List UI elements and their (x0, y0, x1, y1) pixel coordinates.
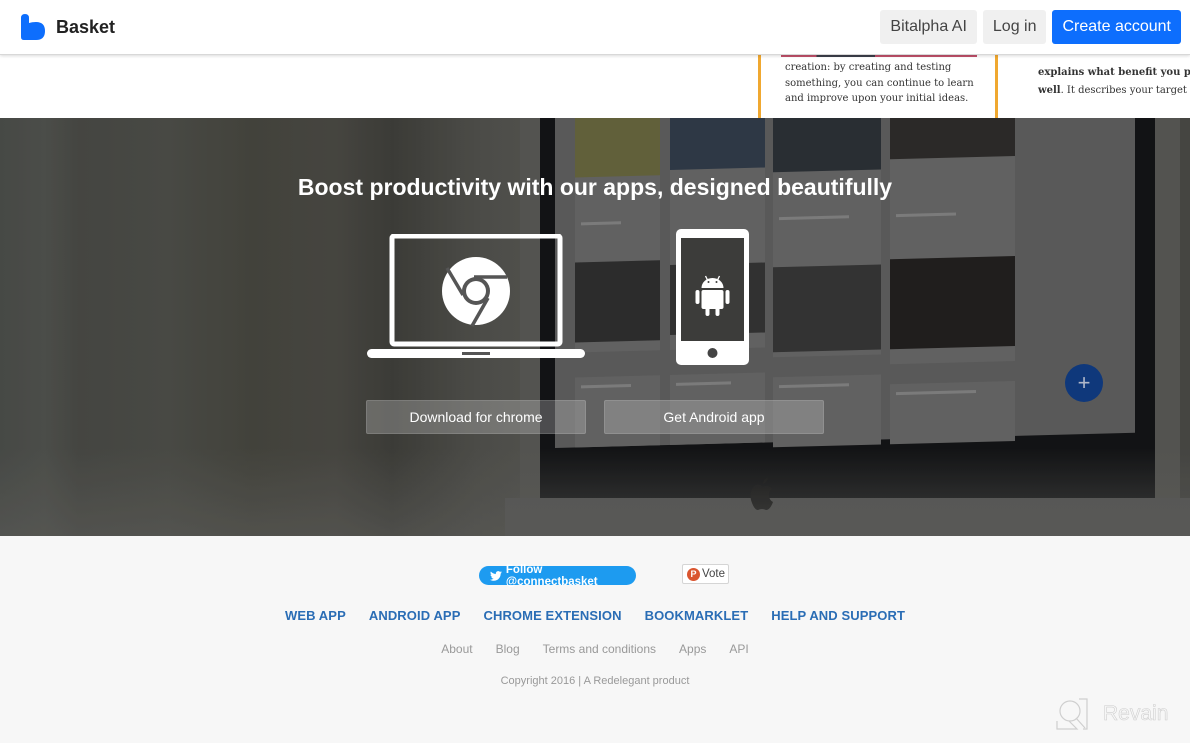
phone-android-icon (676, 229, 749, 365)
producthunt-icon: P (687, 567, 700, 581)
brand-name: Basket (56, 16, 116, 37)
producthunt-vote-button[interactable]: P Vote (682, 564, 729, 584)
page: creation: by creating and testing someth… (0, 0, 1190, 743)
footer-nav-chrome-extension[interactable]: CHROME EXTENSION (483, 608, 621, 623)
footer-link-terms[interactable]: Terms and conditions (543, 642, 656, 656)
doc-right-bold-2: well (1038, 85, 1061, 96)
brand-logo[interactable]: Basket (19, 13, 115, 41)
footer-nav-help-and-support[interactable]: HELP AND SUPPORT (771, 608, 905, 623)
hero-title: Boost productivity with our apps, design… (297, 174, 893, 200)
doc-right-bold-1: explains what benefit you provi (1038, 67, 1190, 78)
copyright-text: Copyright 2016 | A Redelegant product (500, 675, 690, 687)
revain-watermark: Revain (1055, 697, 1169, 731)
vote-label: Vote (702, 568, 726, 580)
revain-logo-icon (1056, 698, 1088, 730)
twitter-follow-button[interactable]: Follow @connectbasket (479, 563, 636, 588)
doc-card-text: creation: by creating and testing someth… (785, 62, 974, 104)
footer: Follow @connectbasket P Vote WEB APP AND… (0, 536, 1190, 743)
get-android-app-button[interactable]: Get Android app (604, 400, 824, 434)
top-navbar: Basket Bitalpha AI Log in Create account (0, 0, 1190, 55)
footer-link-api[interactable]: API (729, 642, 748, 656)
twitter-follow-label: Follow @connectbasket (505, 563, 598, 588)
footer-primary-nav: WEB APP ANDROID APP CHROME EXTENSION BOO… (0, 608, 1190, 623)
login-button[interactable]: Log in (982, 10, 1047, 44)
footer-nav-web-app[interactable]: WEB APP (285, 608, 346, 623)
basket-logo-icon (21, 14, 45, 40)
footer-link-apps[interactable]: Apps (679, 642, 706, 656)
laptop-chrome-icon (367, 234, 585, 358)
revain-watermark-text: Revain (1103, 702, 1169, 726)
footer-secondary-links: About Blog Terms and conditions Apps API (0, 642, 1190, 656)
footer-link-blog[interactable]: Blog (496, 642, 520, 656)
footer-link-about[interactable]: About (441, 642, 472, 656)
download-chrome-button[interactable]: Download for chrome (366, 400, 586, 434)
footer-nav-android-app[interactable]: ANDROID APP (369, 608, 461, 623)
bitalpha-ai-button[interactable]: Bitalpha AI (880, 10, 977, 44)
twitter-bird-icon (490, 570, 502, 581)
header-actions: Bitalpha AI Log in Create account (880, 10, 1181, 44)
footer-nav-bookmarklet[interactable]: BOOKMARKLET (645, 608, 749, 623)
create-account-button[interactable]: Create account (1052, 10, 1181, 44)
doc-right-text: explains what benefit you provi well. It… (1038, 64, 1190, 100)
doc-right-text-2: . It describes your target buye (1060, 85, 1190, 96)
hero-section: + Boost productivity with our apps, desi… (0, 118, 1190, 536)
